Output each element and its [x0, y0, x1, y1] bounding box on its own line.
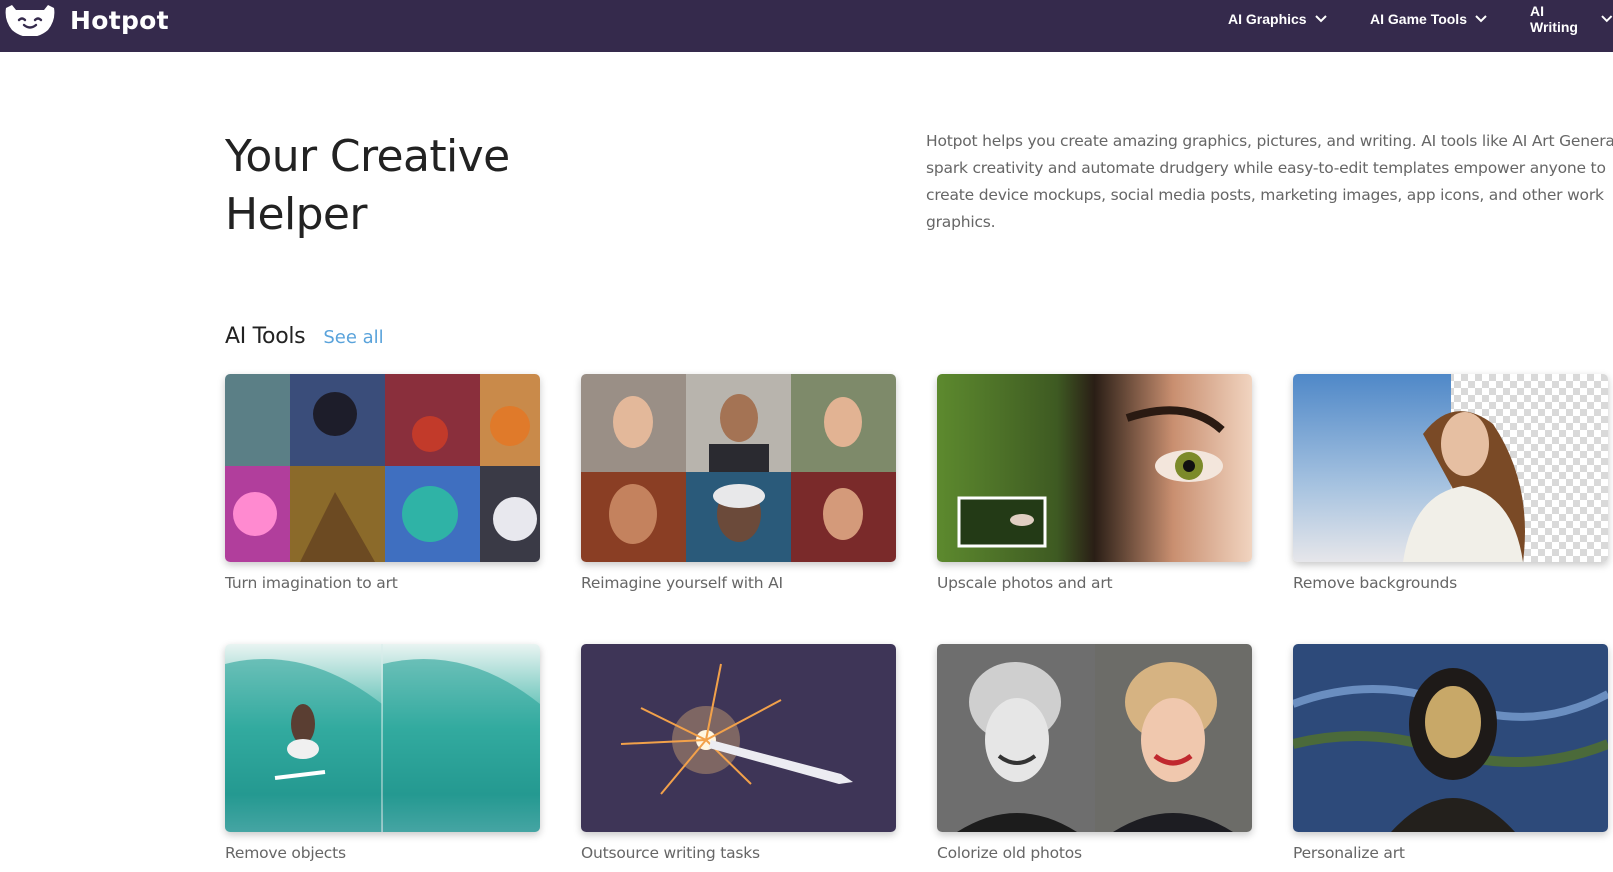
- tool-card-caption: Upscale photos and art: [937, 574, 1113, 592]
- nav-item-label: AI Game Tools: [1370, 11, 1467, 27]
- hero-title: Your Creative Helper: [225, 131, 510, 240]
- tool-card-upscale[interactable]: Upscale photos and art: [937, 374, 1252, 592]
- tool-card-colorize[interactable]: Colorize old photos: [937, 644, 1252, 862]
- nav-item-ai-writing[interactable]: AI Writing: [1530, 0, 1613, 38]
- tool-card-personalize-art[interactable]: Personalize art: [1293, 644, 1608, 862]
- see-all-link[interactable]: See all: [323, 327, 383, 348]
- tool-card-caption: Reimagine yourself with AI: [581, 574, 783, 592]
- tool-card-caption: Colorize old photos: [937, 844, 1082, 862]
- hero-description: Hotpot helps you create amazing graphics…: [926, 132, 1613, 231]
- tool-card-image: [1293, 374, 1608, 562]
- brand-name: Hotpot: [70, 5, 169, 35]
- tool-card-caption: Remove objects: [225, 844, 346, 862]
- tool-card-ai-selfies[interactable]: Reimagine yourself with AI: [581, 374, 896, 592]
- tool-card-image: [937, 644, 1252, 832]
- tool-card-art-generator[interactable]: Turn imagination to art: [225, 374, 540, 592]
- tool-card-caption: Turn imagination to art: [225, 574, 398, 592]
- tool-card-ai-writer[interactable]: Outsource writing tasks: [581, 644, 896, 862]
- tool-card-image: [225, 374, 540, 562]
- nav-item-label: AI Writing: [1530, 3, 1578, 35]
- hotpot-logo[interactable]: Hotpot: [4, 2, 169, 38]
- nav-item-ai-graphics[interactable]: AI Graphics: [1228, 0, 1327, 38]
- chevron-down-icon: [1475, 15, 1487, 23]
- chevron-down-icon: [1601, 15, 1613, 23]
- tool-card-remove-objects[interactable]: Remove objects: [225, 644, 540, 862]
- tool-card-image: [225, 644, 540, 832]
- top-nav-bar: Hotpot AI Graphics AI Game Tools AI Writ…: [0, 0, 1613, 52]
- tool-card-caption: Personalize art: [1293, 844, 1405, 862]
- nav-item-label: AI Graphics: [1228, 11, 1307, 27]
- tool-card-image: [1293, 644, 1608, 832]
- tool-card-image: [581, 644, 896, 832]
- ai-tools-header: AI Tools See all: [225, 324, 384, 349]
- nav-item-ai-game-tools[interactable]: AI Game Tools: [1370, 0, 1487, 38]
- hotpot-logo-icon: [5, 5, 55, 36]
- tool-card-caption: Remove backgrounds: [1293, 574, 1457, 592]
- section-title: AI Tools: [225, 324, 306, 349]
- tool-card-remove-background[interactable]: Remove backgrounds: [1293, 374, 1608, 592]
- tool-card-caption: Outsource writing tasks: [581, 844, 760, 862]
- chevron-down-icon: [1314, 15, 1327, 23]
- tool-card-image: [937, 374, 1252, 562]
- tool-card-image: [581, 374, 896, 562]
